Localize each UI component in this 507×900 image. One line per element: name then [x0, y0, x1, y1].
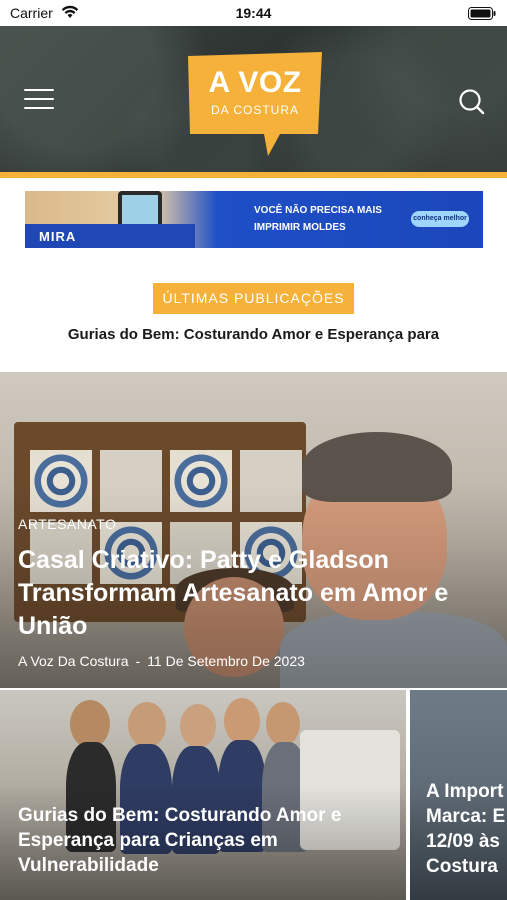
search-icon[interactable] [456, 86, 486, 116]
ad-headline-line1: VOCÊ NÃO PRECISA MAIS [254, 205, 382, 216]
site-logo[interactable]: A VOZ DA COSTURA [188, 52, 322, 157]
featured-title[interactable]: Casal Criativo: Patty e Gladson Transfor… [18, 544, 498, 643]
post-card-title-line: Marca: E [426, 806, 506, 827]
featured-post-card[interactable]: ARTESANATO Casal Criativo: Patty e Glads… [0, 372, 507, 688]
latest-posts-badge: ÚLTIMAS PUBLICAÇÕES [153, 283, 354, 314]
featured-meta: A Voz Da Costura -11 De Setembro De 2023 [18, 653, 305, 669]
post-card-title-line: Costura [426, 856, 498, 877]
meta-separator: - [135, 653, 141, 669]
menu-button[interactable] [24, 89, 54, 111]
featured-author[interactable]: A Voz Da Costura [18, 653, 129, 669]
ad-cta-button[interactable]: conheça melhor [411, 211, 469, 227]
status-bar: Carrier 19:44 [0, 0, 507, 26]
post-card-title[interactable]: Gurias do Bem: Costurando Amor e Esperan… [18, 803, 403, 878]
logo-subtitle: DA COSTURA [210, 103, 299, 117]
post-card[interactable]: Gurias do Bem: Costurando Amor e Esperan… [0, 690, 406, 900]
latest-posts-ticker[interactable]: Gurias do Bem: Costurando Amor e Esperan… [0, 326, 507, 343]
ad-headline-line2: IMPRIMIR MOLDES [254, 222, 346, 233]
battery-icon [468, 7, 496, 20]
post-card-title-line: A Import [426, 781, 504, 802]
logo-title: A VOZ [208, 66, 302, 99]
status-time: 19:44 [235, 5, 272, 21]
ad-brand-logo: MIRA [39, 229, 77, 244]
post-card-title-line: 12/09 às [426, 831, 500, 852]
featured-date: 11 De Setembro De 2023 [147, 653, 305, 669]
post-card[interactable]: A Import Marca: E 12/09 às Costura [410, 690, 507, 900]
header-accent-bar [0, 172, 507, 178]
post-card-title[interactable]: A Import Marca: E 12/09 às Costura [426, 779, 507, 879]
ad-banner[interactable]: MIRA VOCÊ NÃO PRECISA MAIS IMPRIMIR MOLD… [25, 191, 483, 248]
site-header: A VOZ DA COSTURA [0, 26, 507, 172]
featured-category[interactable]: ARTESANATO [18, 516, 116, 532]
